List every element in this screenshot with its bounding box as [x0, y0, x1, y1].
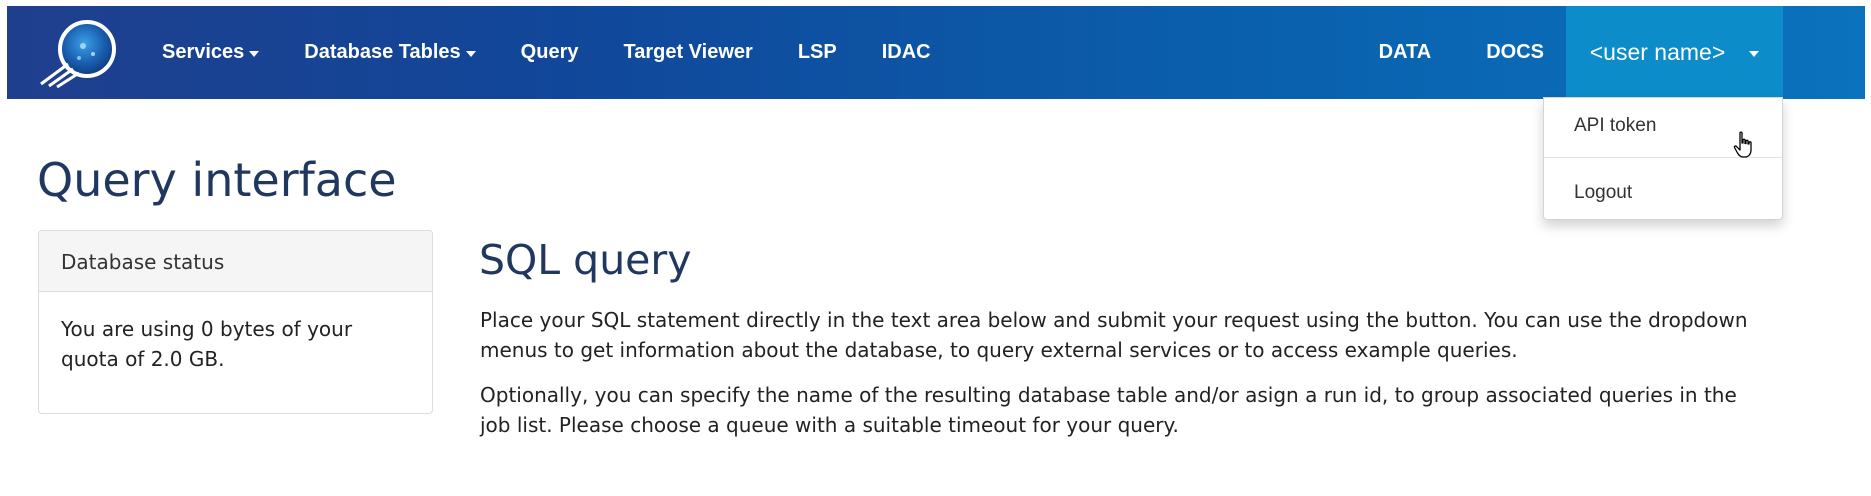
top-navbar: Services Database Tables Query Target Vi…: [7, 6, 1865, 99]
nav-left: Services Database Tables Query Target Vi…: [162, 6, 976, 99]
nav-docs[interactable]: DOCS: [1486, 41, 1544, 64]
user-menu-toggle[interactable]: <user name>: [1566, 6, 1783, 99]
menu-item-api-token[interactable]: API token: [1574, 115, 1656, 137]
nav-database-tables-label: Database Tables: [304, 41, 461, 63]
nav-lsp[interactable]: LSP: [798, 41, 837, 64]
quota-status-text: You are using 0 bytes of your quota of 2…: [61, 317, 353, 371]
sql-instructions-paragraph: Place your SQL statement directly in the…: [480, 308, 1748, 362]
page-title: Query interface: [37, 153, 397, 207]
nav-idac[interactable]: IDAC: [882, 41, 931, 64]
hand-pointer-icon: [1733, 131, 1755, 159]
chevron-down-icon: [249, 51, 260, 57]
database-status-panel: Database status You are using 0 bytes of…: [38, 230, 433, 414]
nav-database-tables[interactable]: Database Tables: [304, 41, 476, 64]
user-name-label: <user name>: [1589, 39, 1726, 65]
nav-right: DATA DOCS <user name>: [1379, 6, 1865, 99]
sql-options-paragraph: Optionally, you can specify the name of …: [480, 383, 1737, 437]
sql-query-title: SQL query: [479, 236, 692, 284]
site-logo[interactable]: [35, 16, 125, 89]
chevron-down-icon: [1749, 51, 1760, 57]
panel-heading: Database status: [39, 231, 432, 292]
chevron-down-icon: [465, 51, 476, 57]
nav-services[interactable]: Services: [162, 41, 260, 64]
nav-data[interactable]: DATA: [1379, 41, 1432, 64]
menu-item-logout[interactable]: Logout: [1574, 182, 1632, 204]
nav-target-viewer[interactable]: Target Viewer: [623, 41, 752, 64]
nav-services-label: Services: [162, 41, 245, 63]
nav-query[interactable]: Query: [521, 41, 579, 64]
